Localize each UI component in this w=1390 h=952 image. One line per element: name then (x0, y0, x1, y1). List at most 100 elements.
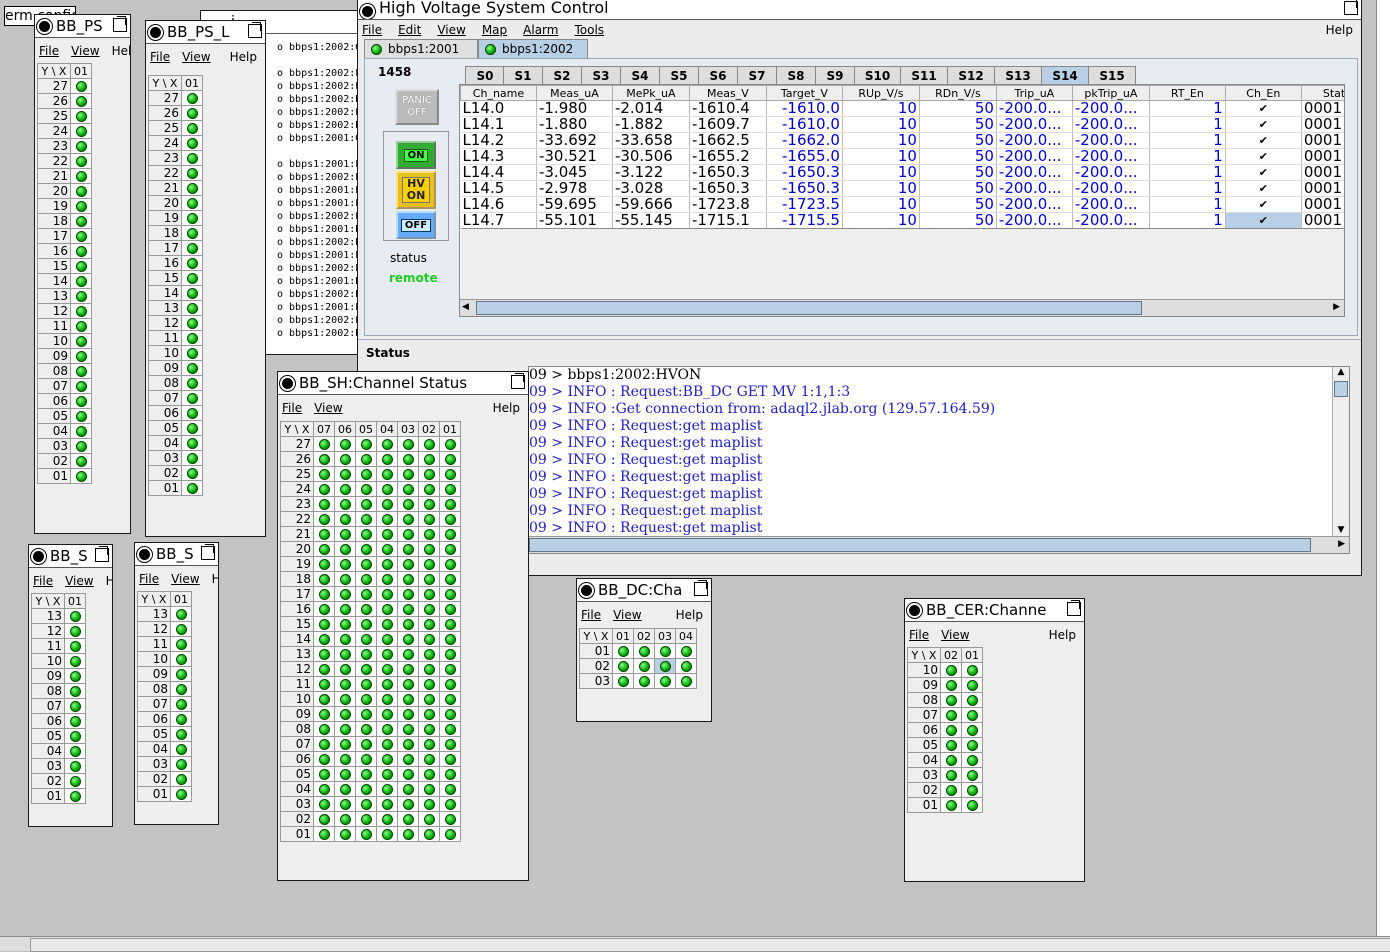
channel-status-cell[interactable] (64, 743, 86, 759)
channel-status-cell[interactable] (397, 811, 419, 827)
channel-cell[interactable]: 10 (842, 164, 920, 181)
column-header[interactable]: Status (1300, 85, 1344, 101)
channel-status-cell[interactable] (313, 481, 335, 497)
channel-status-cell[interactable] (313, 646, 335, 662)
channel-status-cell[interactable] (334, 646, 356, 662)
channel-status-cell[interactable] (961, 797, 983, 813)
menu-view[interactable]: View (941, 628, 969, 642)
channel-status-cell[interactable] (181, 165, 203, 181)
scroll-right-icon[interactable]: ▶ (1338, 539, 1345, 549)
menu-file[interactable]: File (282, 401, 302, 415)
channel-cell[interactable]: -200.0... (1072, 148, 1150, 165)
channel-status-cell[interactable] (334, 496, 356, 512)
slot-tab-s2[interactable]: S2 (542, 66, 582, 86)
channel-status-cell[interactable] (170, 606, 192, 622)
channel-status-cell[interactable] (376, 556, 398, 572)
menu-help[interactable]: Help (106, 574, 112, 588)
channel-status-cell[interactable] (70, 228, 92, 244)
channel-status-cell[interactable] (355, 436, 377, 452)
channel-status-cell[interactable] (633, 673, 655, 689)
channel-status-cell[interactable] (70, 138, 92, 154)
channel-status-cell[interactable] (355, 736, 377, 752)
channel-status-cell[interactable] (170, 651, 192, 667)
channel-row[interactable]: L14.2 -33.692 -33.658 -1662.5 -1662.0 10 50 -20… (460, 132, 1344, 149)
channel-status-cell[interactable] (64, 668, 86, 684)
channel-cell[interactable]: -200.0... (1072, 180, 1150, 197)
channel-status-cell[interactable] (418, 586, 440, 602)
channel-status-cell[interactable] (70, 468, 92, 484)
channel-status-cell[interactable] (70, 273, 92, 289)
column-header[interactable]: RT_En (1148, 85, 1226, 101)
channel-status-cell[interactable] (397, 661, 419, 677)
menu-view[interactable]: View (314, 401, 342, 415)
channel-status-cell[interactable] (439, 811, 461, 827)
channel-status-cell[interactable] (181, 465, 203, 481)
channel-status-cell[interactable] (418, 481, 440, 497)
channel-cell[interactable]: -1650.3 (766, 164, 843, 181)
channel-status-cell[interactable] (64, 713, 86, 729)
channel-status-cell[interactable] (170, 771, 192, 787)
channel-status-cell[interactable] (170, 726, 192, 742)
channel-status-cell[interactable] (376, 631, 398, 647)
channel-status-cell[interactable] (439, 751, 461, 767)
channel-status-cell[interactable] (612, 673, 634, 689)
channel-status-cell[interactable] (70, 318, 92, 334)
channel-cell[interactable]: 50 (919, 212, 997, 229)
channel-status-cell[interactable] (940, 677, 962, 693)
channel-status-cell[interactable] (313, 631, 335, 647)
channel-status-cell[interactable] (313, 721, 335, 737)
channel-status-cell[interactable] (961, 752, 983, 768)
channel-status-cell[interactable] (397, 436, 419, 452)
channel-status-cell[interactable] (439, 766, 461, 782)
channel-row[interactable]: L14.1 -1.880 -1.882 -1609.7 -1610.0 10 50 -200.… (460, 116, 1344, 133)
channel-enable-checkbox[interactable]: ✔ (1225, 196, 1302, 213)
channel-status-cell[interactable] (334, 466, 356, 482)
maximize-icon[interactable] (1067, 600, 1081, 616)
channel-status-cell[interactable] (355, 781, 377, 797)
channel-cell[interactable]: 50 (919, 164, 997, 181)
channel-status-cell[interactable] (418, 766, 440, 782)
channel-status-cell[interactable] (633, 658, 655, 674)
desktop-scrollbar[interactable] (0, 936, 1390, 952)
channel-status-cell[interactable] (70, 153, 92, 169)
channel-status-cell[interactable] (70, 168, 92, 184)
channel-status-cell[interactable] (397, 706, 419, 722)
channel-cell[interactable]: 1 (1149, 196, 1226, 213)
channel-status-cell[interactable] (439, 706, 461, 722)
channel-status-cell[interactable] (439, 601, 461, 617)
menu-help[interactable]: Help (1326, 23, 1353, 37)
channel-cell[interactable]: -1723.5 (766, 196, 843, 213)
channel-status-cell[interactable] (376, 661, 398, 677)
channel-status-cell[interactable] (418, 781, 440, 797)
channel-cell[interactable]: -1650.3 (766, 180, 843, 197)
channel-cell[interactable]: 1 (1149, 164, 1226, 181)
slot-tab-s12[interactable]: S12 (947, 66, 995, 86)
channel-status-cell[interactable] (418, 466, 440, 482)
channel-status-cell[interactable] (439, 796, 461, 812)
channel-status-cell[interactable] (439, 511, 461, 527)
channel-status-cell[interactable] (181, 315, 203, 331)
channel-status-cell[interactable] (70, 243, 92, 259)
channel-status-cell[interactable] (397, 721, 419, 737)
channel-status-cell[interactable] (70, 93, 92, 109)
window-menu-icon[interactable] (282, 377, 293, 389)
channel-status-cell[interactable] (313, 796, 335, 812)
slot-tab-s6[interactable]: S6 (698, 66, 738, 86)
channel-cell[interactable]: -200.0... (996, 132, 1073, 149)
channel-status-cell[interactable] (334, 631, 356, 647)
channel-status-cell[interactable] (397, 781, 419, 797)
channel-status-cell[interactable] (418, 451, 440, 467)
on-button[interactable]: ON (396, 141, 436, 169)
channel-cell[interactable]: -1610.0 (766, 100, 843, 117)
slot-tab-s8[interactable]: S8 (776, 66, 816, 86)
channel-status-cell[interactable] (313, 706, 335, 722)
channel-status-cell[interactable] (313, 586, 335, 602)
menu-file[interactable]: File (362, 23, 382, 37)
menu-help[interactable]: Help (676, 608, 703, 622)
maximize-icon[interactable] (511, 373, 525, 389)
menu-help[interactable]: Help (112, 44, 130, 58)
channel-status-cell[interactable] (940, 662, 962, 678)
channel-status-cell[interactable] (418, 691, 440, 707)
channel-status-cell[interactable] (397, 466, 419, 482)
channel-status-cell[interactable] (376, 571, 398, 587)
